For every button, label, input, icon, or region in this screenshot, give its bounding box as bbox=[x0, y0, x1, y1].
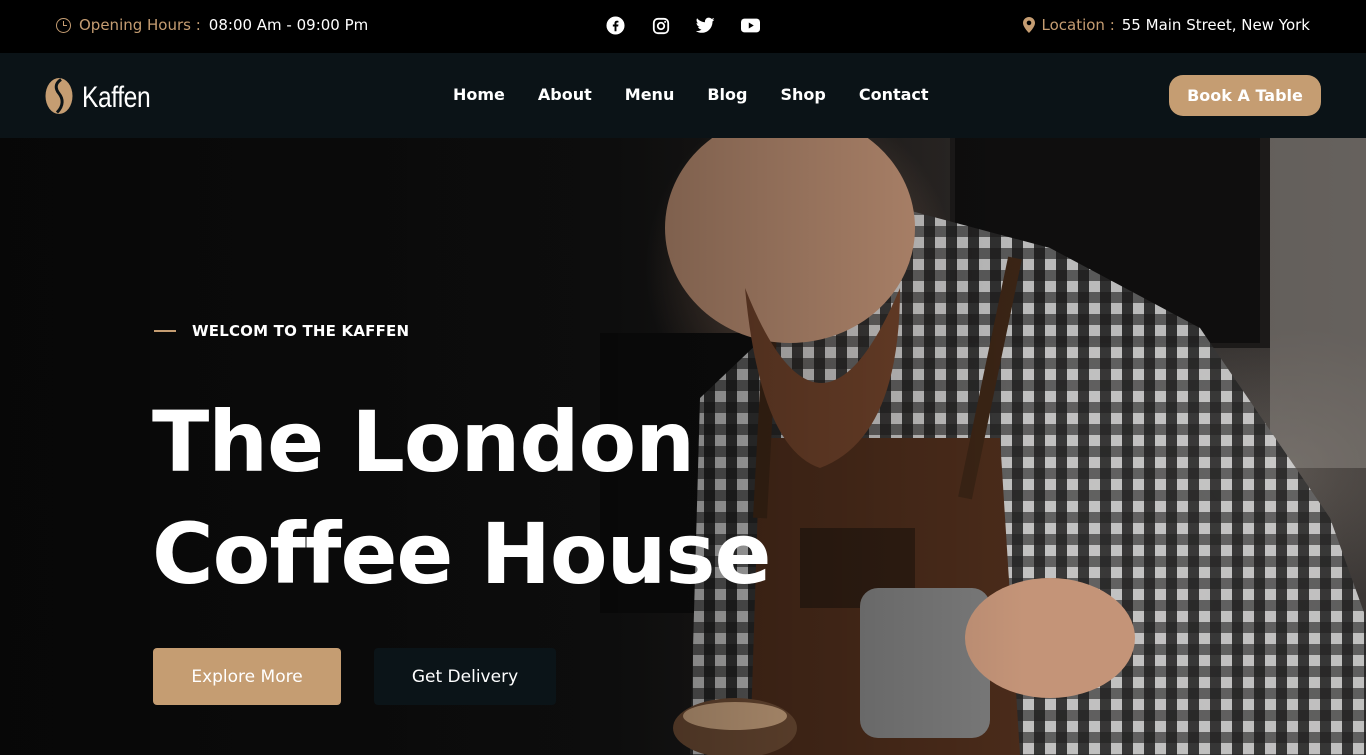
main-navbar: Kaffen Home About Menu Blog Shop Contact… bbox=[0, 53, 1366, 138]
facebook-icon[interactable] bbox=[606, 16, 625, 35]
location-value: 55 Main Street, New York bbox=[1121, 16, 1310, 34]
logo-text: Kaffen bbox=[82, 81, 151, 114]
nav-item-menu[interactable]: Menu bbox=[625, 85, 675, 104]
nav-item-contact[interactable]: Contact bbox=[859, 85, 929, 104]
youtube-icon[interactable] bbox=[741, 16, 760, 35]
hero-title-line1: The London bbox=[152, 393, 695, 491]
eyebrow-text: WELCOM TO THE KAFFEN bbox=[192, 322, 410, 340]
instagram-icon[interactable] bbox=[651, 16, 670, 35]
opening-hours-value: 08:00 Am - 09:00 Pm bbox=[208, 16, 369, 34]
hero-eyebrow: WELCOM TO THE KAFFEN bbox=[154, 322, 409, 340]
nav-item-about[interactable]: About bbox=[538, 85, 592, 104]
hero-title: The London Coffee House bbox=[152, 386, 771, 610]
eyebrow-line bbox=[154, 330, 176, 332]
site-logo[interactable]: Kaffen bbox=[44, 77, 165, 119]
social-links bbox=[606, 16, 760, 35]
location-label: Location : bbox=[1041, 16, 1115, 34]
get-delivery-button[interactable]: Get Delivery bbox=[374, 648, 556, 705]
location-pin-icon bbox=[1022, 17, 1035, 33]
location-info: Location : 55 Main Street, New York bbox=[1022, 16, 1310, 34]
twitter-icon[interactable] bbox=[696, 16, 715, 35]
nav-item-home[interactable]: Home bbox=[453, 85, 505, 104]
book-table-button[interactable]: Book A Table bbox=[1169, 75, 1321, 116]
primary-navigation: Home About Menu Blog Shop Contact bbox=[453, 85, 929, 104]
coffee-bean-icon bbox=[44, 77, 74, 119]
opening-hours-label: Opening Hours : bbox=[79, 16, 201, 34]
opening-hours: Opening Hours : 08:00 Am - 09:00 Pm bbox=[56, 16, 368, 34]
explore-more-button[interactable]: Explore More bbox=[153, 648, 341, 705]
top-info-bar: Opening Hours : 08:00 Am - 09:00 Pm Loca… bbox=[0, 0, 1366, 53]
hero-title-line2: Coffee House bbox=[152, 505, 771, 603]
nav-item-blog[interactable]: Blog bbox=[707, 85, 747, 104]
clock-icon bbox=[56, 17, 71, 33]
hero-section: WELCOM TO THE KAFFEN The London Coffee H… bbox=[0, 138, 1366, 755]
nav-item-shop[interactable]: Shop bbox=[780, 85, 825, 104]
